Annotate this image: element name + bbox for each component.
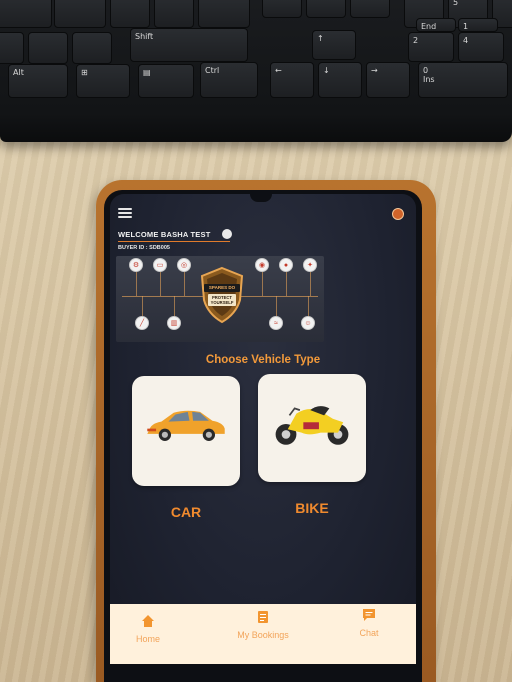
car-card[interactable] [132, 376, 240, 486]
keyboard-key [0, 32, 24, 64]
nav-chat[interactable]: Chat [344, 608, 394, 638]
arrow-right-icon: → [371, 66, 378, 75]
keyboard-key-alt: Alt [8, 64, 68, 98]
nav-home-label: Home [135, 634, 160, 644]
bottom-navigation: Home My Bookings Chat [110, 604, 416, 664]
keyboard-key [154, 0, 194, 28]
nav-home[interactable]: Home [118, 614, 178, 644]
nav-my-bookings[interactable]: My Bookings [218, 610, 308, 640]
banner-line [308, 296, 309, 316]
car-label[interactable]: CAR [132, 504, 240, 520]
nav-my-bookings-label: My Bookings [237, 630, 289, 640]
phone-screen: WELCOME BASHA TEST BUYER ID : SDB005 ⚙ ▭… [104, 190, 422, 682]
windows-icon: ⊞ [81, 68, 88, 77]
mechanic-icon: ☺ [301, 316, 315, 330]
arrow-down-icon: ↓ [323, 66, 330, 75]
keyboard-key: 2 [408, 32, 454, 62]
keyboard-key [198, 0, 250, 28]
key-label: 1 [463, 22, 469, 31]
banner-brand: SPARES DO [208, 285, 236, 290]
engine-icon: ✦ [303, 258, 317, 272]
keyboard-key [54, 0, 106, 28]
keyboard: 5 Shift ↑ 2 4 End 1 Alt ⊞ ▤ Ctrl ← ↓ → 0… [0, 0, 512, 142]
keyboard-key [262, 0, 302, 18]
banner-line [174, 296, 175, 316]
keyboard-key-left: ← [270, 62, 314, 98]
key-label: 5 [453, 0, 459, 7]
banner-line [142, 296, 143, 316]
keyboard-key-ctrl: Ctrl [200, 62, 258, 98]
key-label: End [421, 22, 437, 31]
choose-vehicle-title: Choose Vehicle Type [205, 354, 321, 366]
bike-label[interactable]: BIKE [258, 500, 366, 516]
camera-notch [250, 194, 272, 202]
keyboard-key [110, 0, 150, 28]
bookings-icon [258, 611, 268, 623]
welcome-underline [118, 241, 230, 242]
account-icon[interactable] [222, 229, 232, 239]
oil-icon: ● [279, 258, 293, 272]
banner-line [184, 270, 185, 296]
home-icon [142, 615, 154, 627]
promo-banner[interactable]: ⚙ ▭ ◎ ◉ ● ✦ ╱ ▥ ≈ ☺ SPARES DO PROTECT YO… [116, 256, 324, 342]
wash-icon: ≈ [269, 316, 283, 330]
keyboard-key-shift: Shift [130, 28, 248, 62]
banner-tagline: PROTECT YOURSELF [210, 295, 234, 305]
key-label: 4 [463, 36, 469, 45]
keyboard-key [350, 0, 390, 18]
chat-icon [363, 609, 375, 621]
bike-card[interactable] [258, 374, 366, 482]
wheel-icon: ⚙ [129, 258, 143, 272]
battery-icon: ▭ [153, 258, 167, 272]
keyboard-key-windows: ⊞ [76, 64, 130, 98]
banner-line [286, 270, 287, 296]
key-sublabel: Ins [423, 75, 435, 84]
arrow-up-icon: ↑ [317, 34, 324, 43]
banner-line [310, 270, 311, 296]
keyboard-key-right: → [366, 62, 410, 98]
banner-line [136, 270, 137, 296]
banner-line [262, 270, 263, 296]
keyboard-key-menu: ▤ [138, 64, 194, 98]
keyboard-key-end: End [416, 18, 456, 32]
keyboard-key: 4 [458, 32, 504, 62]
keyboard-key-ins: 0 Ins [418, 62, 508, 98]
wiper-icon: ╱ [135, 316, 149, 330]
tyre-icon: ◎ [177, 258, 191, 272]
menu-key-icon: ▤ [143, 68, 151, 77]
key-label: 0 [423, 66, 429, 75]
keyboard-key [28, 32, 68, 64]
banner-line [160, 270, 161, 296]
app-screen: WELCOME BASHA TEST BUYER ID : SDB005 ⚙ ▭… [110, 194, 416, 664]
hamburger-menu-icon[interactable] [118, 208, 132, 218]
profile-avatar-icon[interactable] [392, 208, 404, 220]
brake-icon: ◉ [255, 258, 269, 272]
key-label: Alt [13, 68, 24, 77]
keyboard-key [306, 0, 346, 18]
key-label: Ctrl [205, 66, 220, 75]
key-label: 2 [413, 36, 419, 45]
keyboard-key-down: ↓ [318, 62, 362, 98]
bike-icon [275, 406, 349, 445]
nav-chat-label: Chat [359, 628, 379, 638]
arrow-left-icon: ← [275, 66, 282, 75]
keyboard-key [0, 0, 52, 28]
keyboard-key-up: ↑ [312, 30, 356, 60]
buyer-id: BUYER ID : SDB005 [118, 245, 170, 251]
car-icon [147, 410, 225, 441]
key-label: Shift [135, 32, 154, 41]
keyboard-key [72, 32, 112, 64]
keyboard-key: 1 [458, 18, 498, 32]
seat-icon: ▥ [167, 316, 181, 330]
banner-line [276, 296, 277, 316]
welcome-text: WELCOME BASHA TEST [118, 230, 211, 239]
